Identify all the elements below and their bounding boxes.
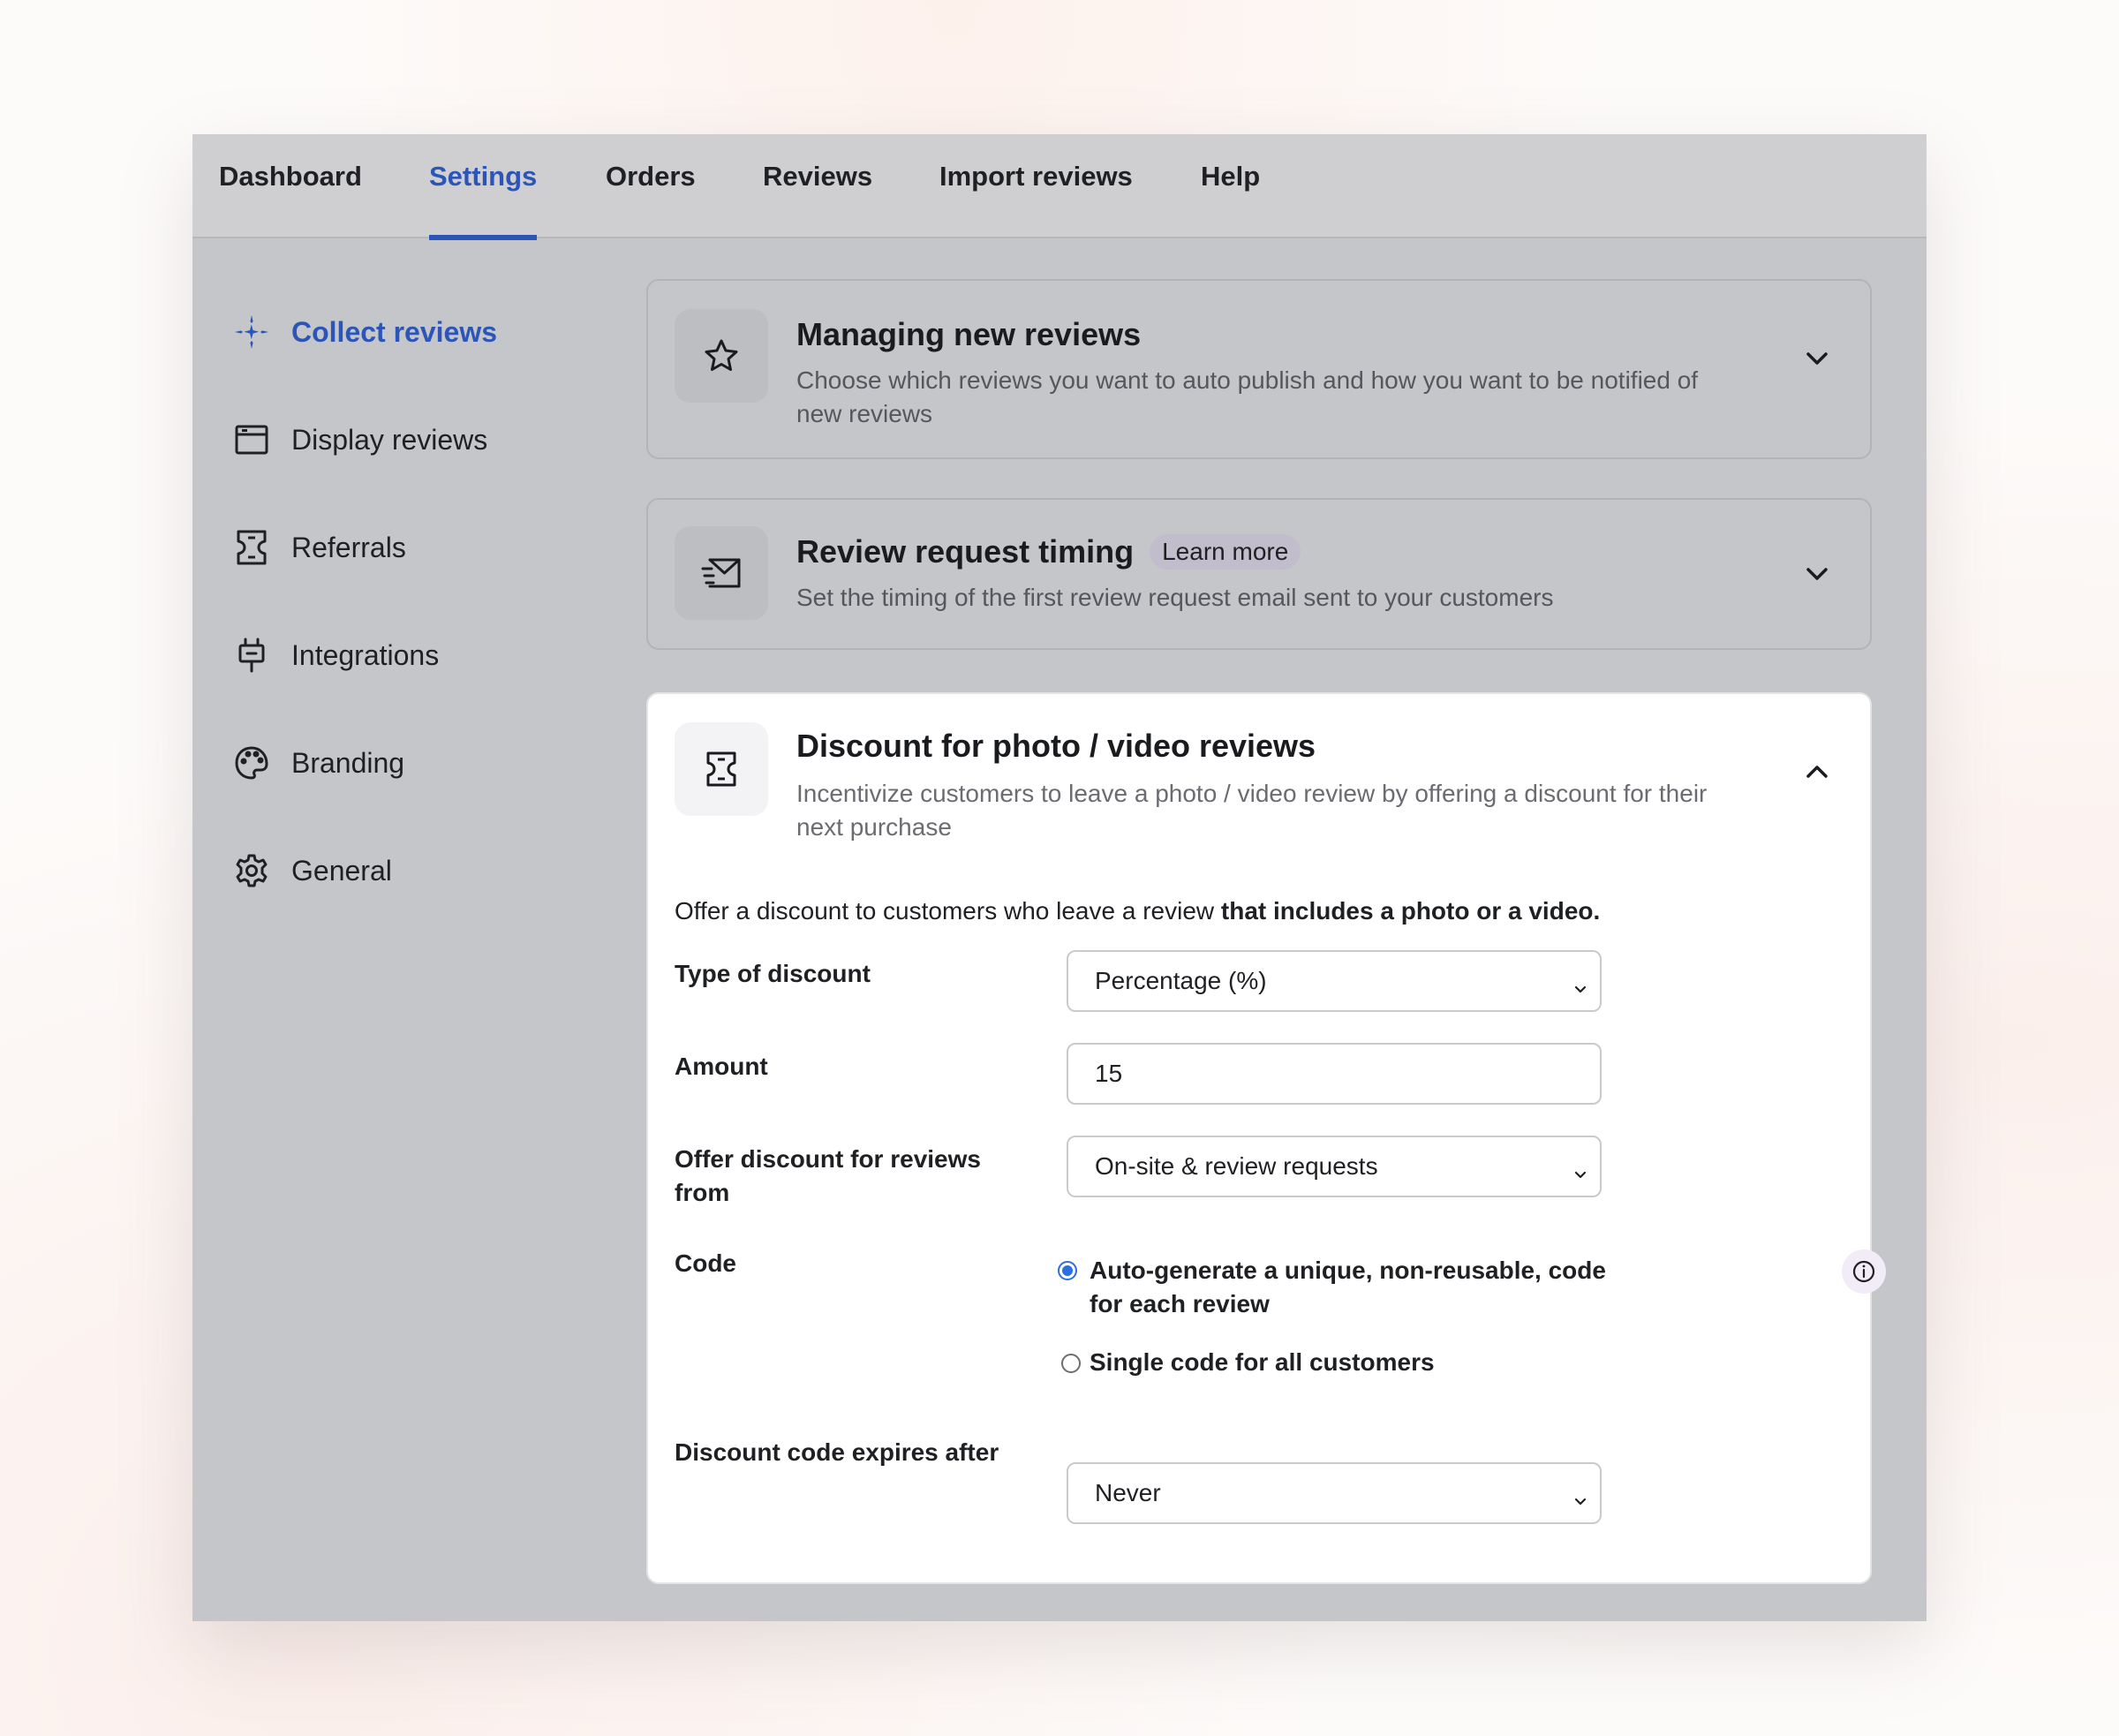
offer-source-label: Offer discount for reviews from [675,1145,981,1206]
sidebar-item-label: Display reviews [291,423,488,456]
code-auto-generate-label[interactable]: Auto-generate a unique, non-reusable, co… [1090,1254,1619,1321]
palette-icon [233,744,270,781]
select-value: Never [1095,1479,1161,1506]
sidebar-item-integrations[interactable]: Integrations [233,630,439,680]
ticket-icon [233,529,270,566]
expires-select[interactable]: Never [1067,1462,1602,1524]
card-title-text: Review request timing [796,533,1135,570]
sidebar-item-referrals[interactable]: Referrals [233,523,406,572]
sidebar-item-label: Referrals [291,531,406,563]
chevron-down-icon [1573,1159,1587,1187]
sidebar-item-general[interactable]: General [233,846,392,895]
plug-icon [233,637,270,674]
sparkle-icon [233,313,270,351]
sidebar-item-branding[interactable]: Branding [233,738,404,788]
select-value: Percentage (%) [1095,967,1267,994]
sidebar-item-label: Integrations [291,638,440,671]
tab-import-reviews[interactable]: Import reviews [939,134,1133,238]
star-icon [675,309,768,403]
tab-reviews[interactable]: Reviews [763,134,872,238]
code-single-radio[interactable] [1061,1354,1081,1373]
app-window: Dashboard Settings Orders Reviews Import… [192,134,1927,1621]
chevron-up-icon[interactable] [1799,754,1835,789]
info-icon[interactable] [1842,1249,1886,1294]
discount-intro-text: Offer a discount to customers who leave … [675,897,1600,925]
chevron-down-icon[interactable] [1799,341,1835,376]
card-title: Review request timing Learn more [796,533,1301,570]
amount-label: Amount [675,1053,768,1080]
card-title: Managing new reviews [796,316,1142,352]
code-auto-generate-radio[interactable] [1058,1261,1077,1280]
chevron-down-icon [1573,973,1587,1001]
chevron-down-icon[interactable] [1799,556,1835,592]
browser-window-icon [233,421,270,458]
amount-value: 15 [1095,1060,1123,1087]
card-description: Set the timing of the first review reque… [796,584,1554,611]
card-title: Discount for photo / video reviews [796,728,1316,764]
gear-icon [233,852,270,889]
tab-settings[interactable]: Settings [429,134,538,240]
type-of-discount-label: Type of discount [675,960,871,987]
expires-label: Discount code expires after [675,1438,999,1466]
amount-input[interactable]: 15 [1067,1043,1602,1105]
intro-prefix: Offer a discount to customers who leave … [675,897,1221,925]
card-discount-photo-video: Discount for photo / video reviews Incen… [646,692,1886,1584]
offer-source-select[interactable]: On-site & review requests [1067,1136,1602,1197]
select-value: On-site & review requests [1095,1152,1378,1180]
intro-emphasis: that includes a photo or a video. [1220,897,1601,925]
tab-dashboard[interactable]: Dashboard [219,134,362,238]
ticket-icon [675,722,768,816]
card-description: Incentivize customers to leave a photo /… [796,780,1708,841]
code-single-label[interactable]: Single code for all customers [1090,1346,1435,1379]
sidebar-item-display-reviews[interactable]: Display reviews [233,415,487,464]
sidebar-item-label: Branding [291,746,405,779]
learn-more-badge[interactable]: Learn more [1150,534,1301,570]
envelope-send-icon [675,526,768,620]
card-description: Choose which reviews you want to auto pu… [796,366,1699,427]
chevron-down-icon [1573,1485,1587,1513]
card-managing-new-reviews[interactable]: Managing new reviews Choose which review… [646,279,1872,459]
sidebar-item-collect-reviews[interactable]: Collect reviews [233,307,497,357]
top-nav: Dashboard Settings Orders Reviews Import… [192,134,1927,240]
tab-orders[interactable]: Orders [606,134,696,238]
sidebar-item-label: Collect reviews [291,315,497,348]
code-label: Code [675,1249,736,1277]
type-of-discount-select[interactable]: Percentage (%) [1067,950,1602,1012]
card-review-request-timing[interactable]: Review request timing Learn more Set the… [646,498,1872,650]
sidebar-item-label: General [291,854,392,887]
tab-help[interactable]: Help [1201,134,1260,238]
